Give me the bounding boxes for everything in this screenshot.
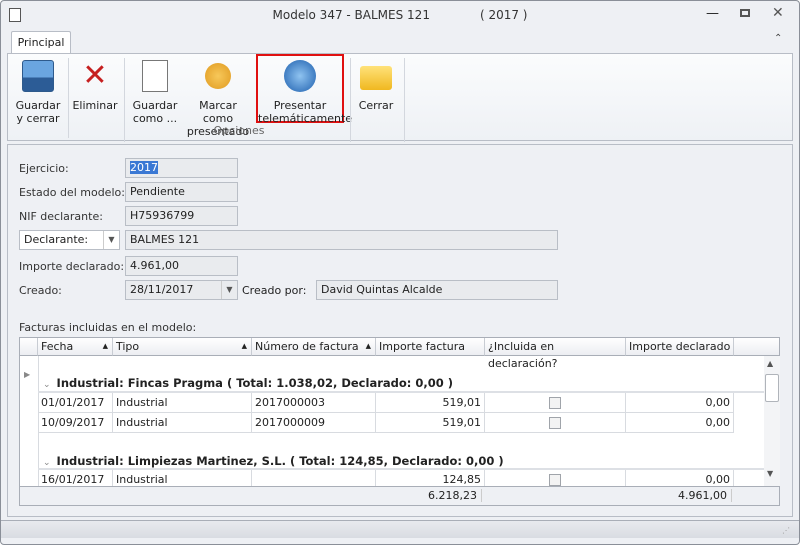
estado-label: Estado del modelo: <box>19 186 125 199</box>
ejercicio-value: 2017 <box>130 161 158 174</box>
submit-online-button[interactable]: Presentar telemáticamente <box>256 54 352 125</box>
nif-label: NIF declarante: <box>19 210 103 223</box>
row-indicator-header <box>20 338 38 356</box>
group-label: Industrial: Limpiezas Martinez, S.L. ( T… <box>56 454 504 468</box>
creado-date-field[interactable]: 28/11/2017 ▼ <box>125 280 238 300</box>
folder-icon <box>360 66 392 90</box>
minimize-button[interactable]: — <box>706 6 724 21</box>
cell-importe: 124,85 <box>376 470 485 486</box>
group-label: Industrial: Fincas Pragma ( Total: 1.038… <box>56 376 454 390</box>
date-value: 28/11/2017 <box>130 283 194 296</box>
save-document-icon <box>142 60 168 92</box>
expand-icon[interactable]: ⌄ <box>43 458 51 468</box>
title-text: Modelo 347 - BALMES 121 <box>272 8 430 22</box>
cell-fecha: 16/01/2017 <box>38 470 113 486</box>
label: Cerrar <box>358 99 394 112</box>
importe-field[interactable]: 4.961,00 <box>125 256 238 276</box>
creado-por-field[interactable]: David Quintas Alcalde <box>316 280 558 300</box>
table-row[interactable]: 16/01/2017 Industrial 124,85 0,00 <box>38 470 764 486</box>
label: y cerrar <box>16 112 60 125</box>
delete-button[interactable]: ✕ Eliminar <box>70 54 120 126</box>
cell-importe: 519,01 <box>376 393 485 413</box>
globe-upload-icon <box>284 60 316 92</box>
collapse-ribbon-icon[interactable]: ⌃ <box>774 33 782 44</box>
cell-numero: 2017000009 <box>252 413 376 433</box>
label: Eliminar <box>72 99 118 112</box>
cell-incluida <box>485 413 626 433</box>
maximize-button[interactable] <box>740 9 750 17</box>
group-label: Opciones <box>213 124 265 137</box>
invoices-grid: Fecha ▲ Tipo ▲ Número de factura ▲ Importe … <box>19 337 780 506</box>
close-form-button[interactable]: Cerrar <box>354 54 398 126</box>
cell-numero <box>252 470 376 486</box>
declarante-field[interactable]: BALMES 121 <box>125 230 558 250</box>
header-filler <box>734 338 779 356</box>
creado-label: Creado: <box>19 284 62 297</box>
combo-value: Declarante: <box>24 233 89 246</box>
status-bar <box>1 520 799 538</box>
column-header-importe[interactable]: Importe factura <box>376 338 485 356</box>
cell-declarado: 0,00 <box>626 413 734 433</box>
cell-tipo: Industrial <box>113 413 252 433</box>
cell-declarado: 0,00 <box>626 470 734 486</box>
declarante-combo[interactable]: Declarante: ▼ <box>19 230 120 250</box>
save-as-button[interactable]: Guardar como ... <box>130 54 180 126</box>
ribbon: Guardar y cerrar ✕ Eliminar Guardar como ..… <box>7 53 793 142</box>
total-importe: 6.218,23 <box>376 489 482 502</box>
cell-fecha: 10/09/2017 <box>38 413 113 433</box>
cell-incluida <box>485 470 626 486</box>
ejercicio-label: Ejercicio: <box>19 162 69 175</box>
tab-principal[interactable]: Principal <box>11 31 71 54</box>
column-header-fecha[interactable]: Fecha ▲ <box>38 338 113 356</box>
seal-check-icon <box>205 63 231 89</box>
checkbox[interactable] <box>549 397 561 409</box>
scroll-up-icon[interactable]: ▲ <box>767 359 773 368</box>
grid-title: Facturas incluidas en el modelo: <box>19 321 197 334</box>
label: Guardar <box>15 99 61 112</box>
header-text: Fecha <box>41 340 74 353</box>
nif-field[interactable]: H75936799 <box>125 206 238 226</box>
scroll-down-icon[interactable]: ▼ <box>767 469 773 478</box>
column-header-declarado[interactable]: Importe declarado <box>626 338 734 356</box>
save-close-button[interactable]: Guardar y cerrar <box>11 54 65 126</box>
group-row[interactable]: ⌄ Industrial: Fincas Pragma ( Total: 1.03… <box>43 376 453 390</box>
chevron-down-icon[interactable]: ▼ <box>103 231 119 249</box>
close-button[interactable]: ✕ <box>772 5 784 21</box>
label: Presentar <box>273 99 327 112</box>
vertical-scrollbar[interactable]: ▲ ▼ <box>764 356 780 486</box>
red-x-icon: ✕ <box>82 58 108 93</box>
checkbox[interactable] <box>549 474 561 486</box>
ejercicio-field[interactable]: 2017 <box>125 158 238 178</box>
cell-tipo: Industrial <box>113 470 252 486</box>
cell-incluida <box>485 393 626 413</box>
scroll-thumb[interactable] <box>765 374 779 402</box>
row-indicator-icon: ▶ <box>24 370 31 379</box>
cell-numero: 2017000003 <box>252 393 376 413</box>
grid-footer: 6.218,23 4.961,00 <box>20 486 779 505</box>
column-header-tipo[interactable]: Tipo ▲ <box>113 338 252 356</box>
cell-tipo: Industrial <box>113 393 252 413</box>
total-declarado: 4.961,00 <box>626 489 732 502</box>
label: Marcar como <box>199 99 237 125</box>
creado-por-label: Creado por: <box>242 284 307 297</box>
expand-icon[interactable]: ⌄ <box>43 380 51 390</box>
cell-fecha: 01/01/2017 <box>38 393 113 413</box>
estado-field[interactable]: Pendiente <box>125 182 238 202</box>
mark-presented-button[interactable]: Marcar como presentado <box>183 54 253 138</box>
label: Guardar <box>132 99 178 112</box>
chevron-down-icon[interactable]: ▼ <box>221 281 237 299</box>
column-header-numero[interactable]: Número de factura ▲ <box>252 338 376 356</box>
column-header-incluida[interactable]: ¿Incluida en declaración? <box>485 338 626 370</box>
group-row[interactable]: ⌄ Industrial: Limpiezas Martinez, S.L. ( … <box>43 454 504 468</box>
cell-declarado: 0,00 <box>626 393 734 413</box>
header-text: Tipo <box>116 340 140 353</box>
resize-grip-icon[interactable]: ⋰ <box>782 526 790 535</box>
cell-importe: 519,01 <box>376 413 485 433</box>
importe-label: Importe declarado: <box>19 260 125 273</box>
window-title: Modelo 347 - BALMES 121 ( 2017 ) <box>0 0 800 30</box>
floppy-icon <box>22 60 54 92</box>
header-text: Número de factura <box>255 340 359 353</box>
checkbox[interactable] <box>549 417 561 429</box>
title-year: ( 2017 ) <box>479 8 528 22</box>
